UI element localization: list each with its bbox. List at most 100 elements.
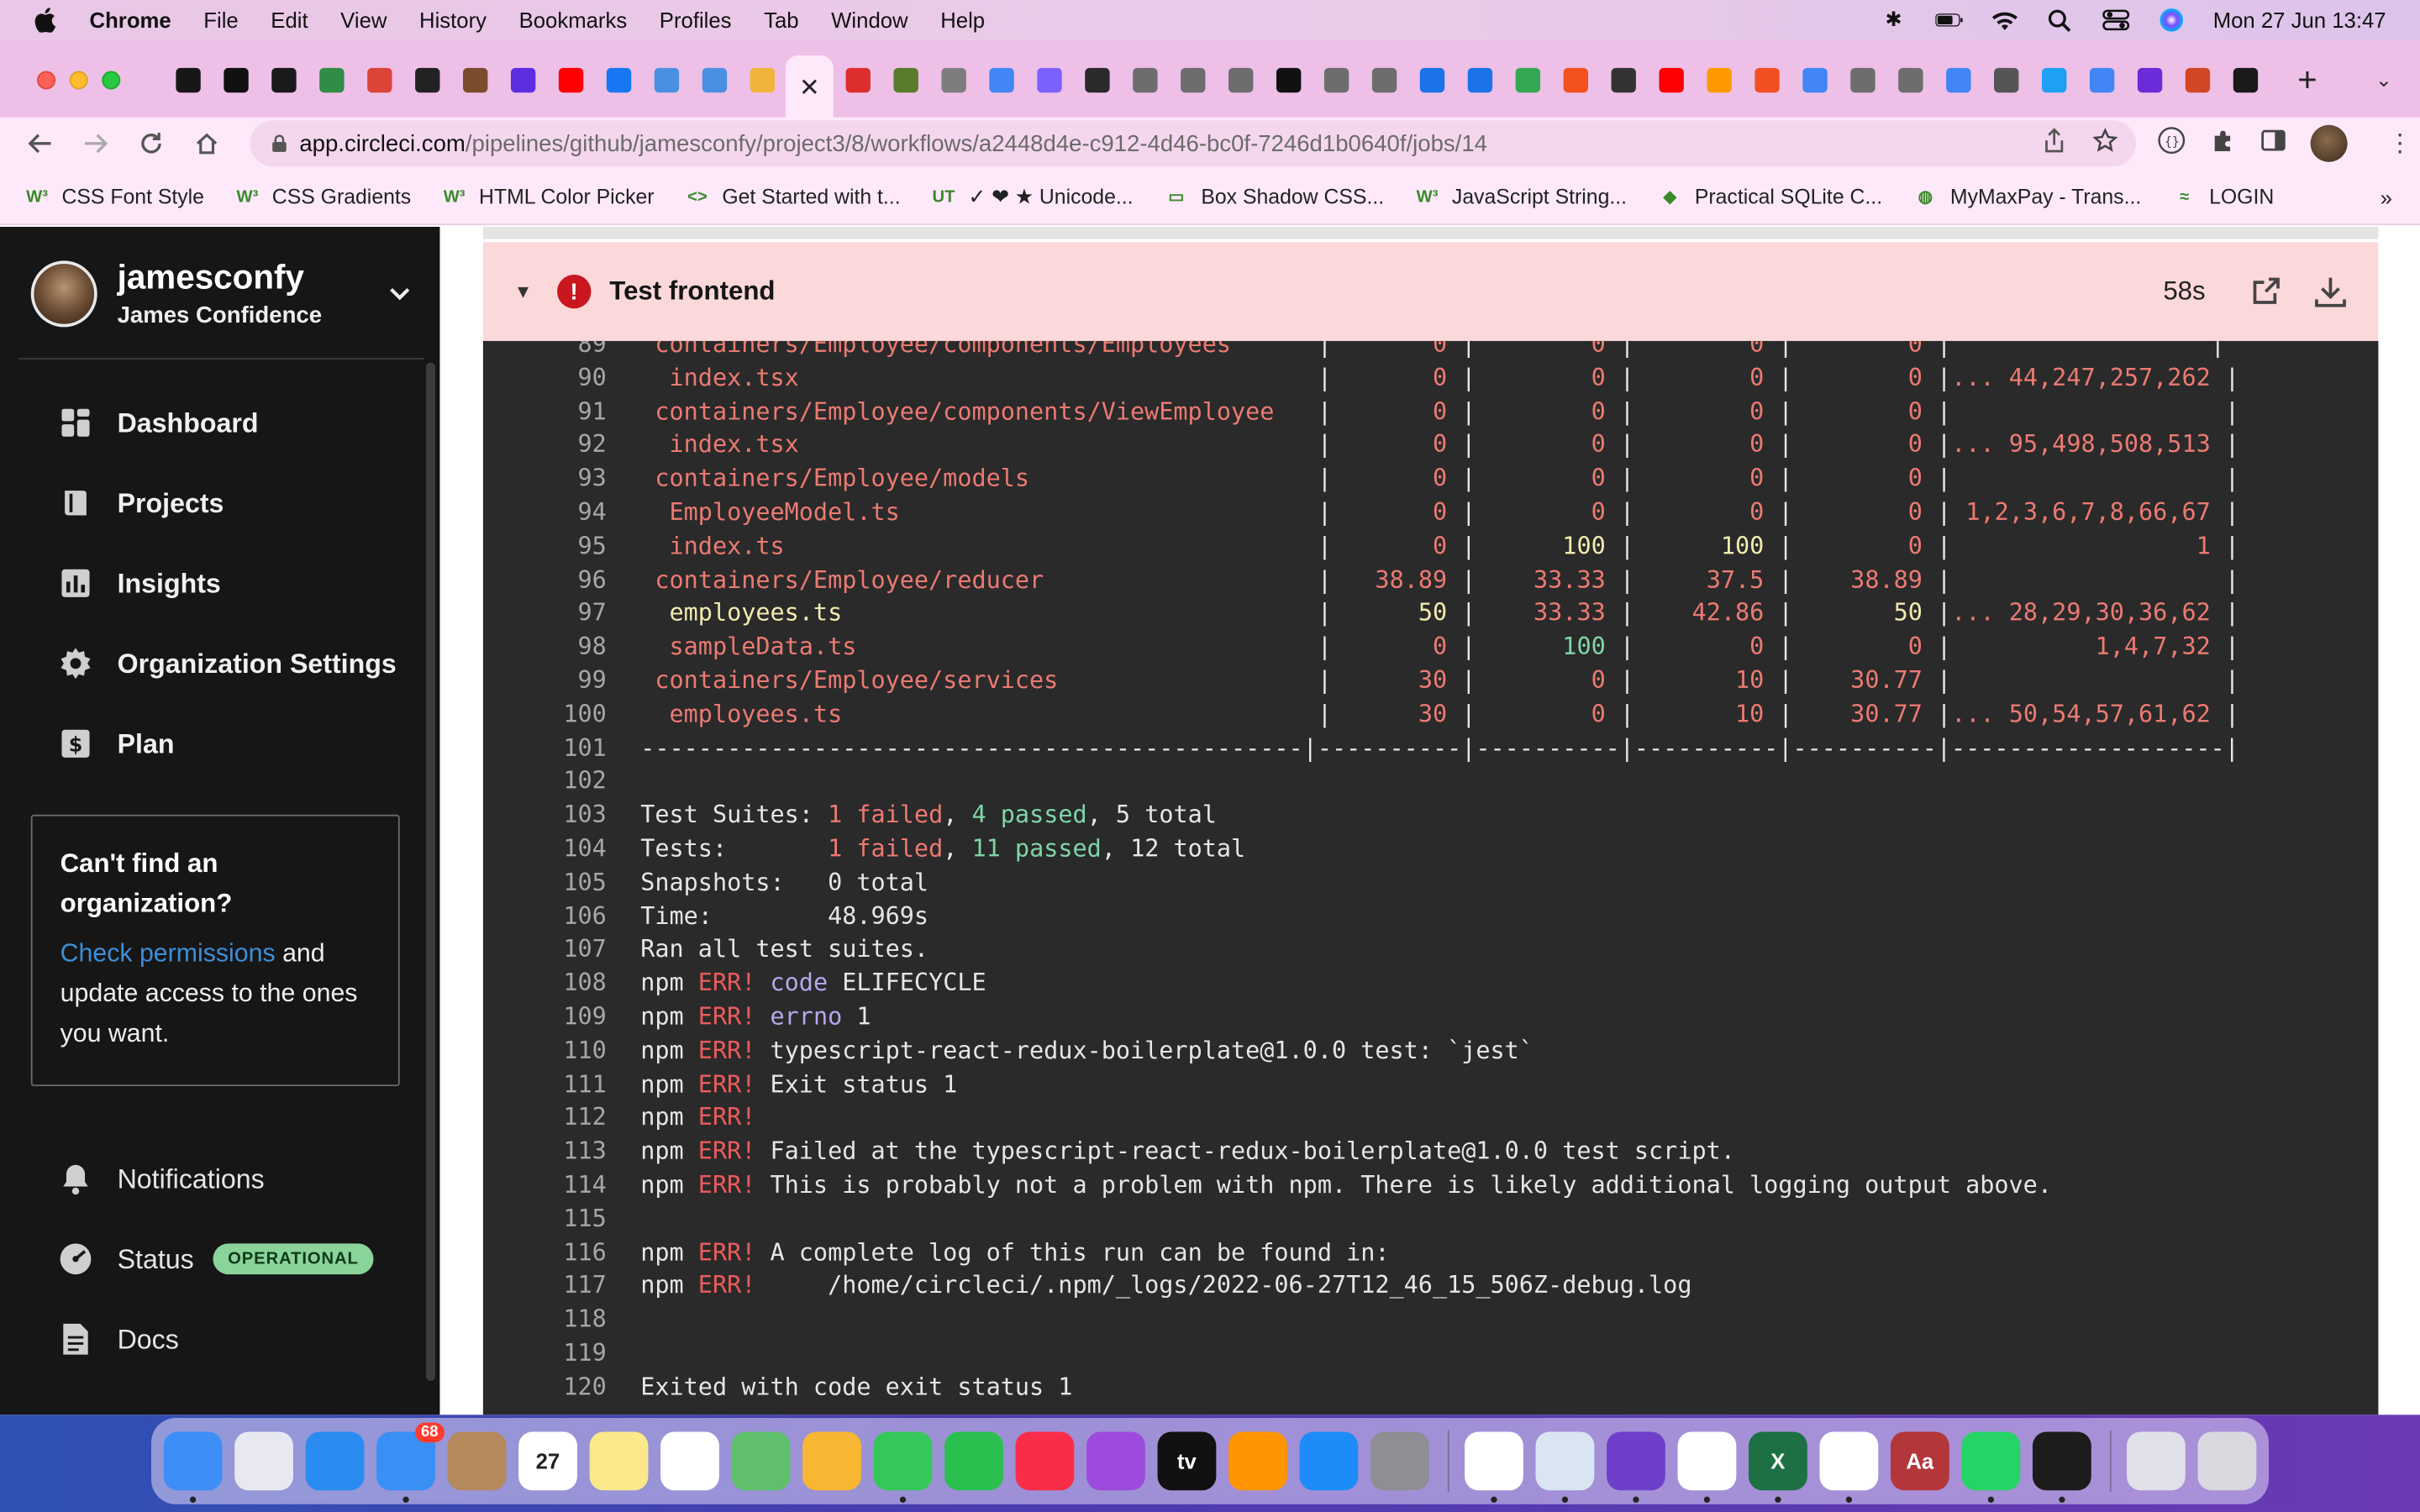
chrome-menu-kebab-icon[interactable]: ⋮ [2387, 128, 2412, 159]
menu-help[interactable]: Help [940, 8, 985, 32]
messages-icon[interactable] [873, 1431, 933, 1503]
browser-tab[interactable] [1647, 40, 1695, 121]
preview-icon[interactable] [1535, 1431, 1595, 1503]
bookmark-item[interactable]: <> Get Started with t... [685, 185, 900, 208]
browser-tab[interactable] [212, 40, 260, 121]
extension-code-icon[interactable]: {} [2158, 127, 2186, 160]
dictionary-icon[interactable]: Aa [1890, 1431, 1949, 1491]
books-icon[interactable] [1228, 1431, 1287, 1491]
system-settings-icon[interactable] [1370, 1431, 1429, 1491]
tab-search-chevron-icon[interactable]: ⌄ [2375, 68, 2392, 92]
bookmark-item[interactable]: W³ CSS Font Style [24, 185, 204, 208]
menu-window[interactable]: Window [831, 8, 908, 32]
browser-tab[interactable] [1551, 40, 1599, 121]
browser-tab[interactable] [642, 40, 690, 121]
back-arrow-icon[interactable] [24, 128, 55, 159]
browser-tab[interactable] [1791, 40, 1839, 121]
bookmark-item[interactable]: ▭ Box Shadow CSS... [1164, 185, 1384, 208]
fullscreen-window-button[interactable] [102, 71, 121, 90]
downloads-stack-icon[interactable] [2127, 1431, 2186, 1491]
home-icon[interactable] [192, 128, 223, 159]
side-panel-icon[interactable] [2261, 128, 2286, 159]
finder-icon[interactable] [163, 1431, 223, 1503]
bookmark-item[interactable]: UT ✓ ❤ ★ Unicode... [931, 184, 1134, 208]
browser-tab[interactable] [308, 40, 355, 121]
browser-tab[interactable] [1455, 40, 1503, 121]
menu-edit[interactable]: Edit [271, 8, 308, 32]
wifi-icon[interactable] [1991, 9, 2018, 31]
mail-icon[interactable]: 68 [376, 1422, 445, 1503]
browser-tab[interactable] [2173, 40, 2221, 121]
browser-tab[interactable] [164, 40, 212, 121]
browser-tab[interactable] [977, 40, 1025, 121]
sidebar-item-docs[interactable]: Docs [59, 1322, 179, 1356]
reload-icon[interactable] [136, 128, 167, 159]
download-icon[interactable] [2313, 275, 2347, 308]
browser-tab[interactable] [738, 40, 786, 121]
browser-tab[interactable]: ✕ [785, 55, 834, 121]
sidebar-item-plan[interactable]: $ Plan [59, 727, 175, 760]
address-bar[interactable]: app.circleci.com/pipelines/github/jamesc… [250, 120, 2137, 167]
battery-icon[interactable] [1935, 9, 1963, 31]
forward-arrow-icon[interactable] [81, 128, 112, 159]
menu-tab[interactable]: Tab [764, 8, 798, 32]
browser-tab[interactable] [1981, 40, 2029, 121]
bookmark-star-icon[interactable] [2092, 128, 2118, 159]
sidebar-item-organization-settings[interactable]: Organization Settings [59, 647, 397, 680]
browser-tab[interactable] [1743, 40, 1791, 121]
browser-tab[interactable] [2125, 40, 2173, 121]
browser-tab[interactable] [1216, 40, 1264, 121]
browser-tab[interactable] [498, 40, 546, 121]
browser-tab[interactable] [1407, 40, 1455, 121]
apple-menu-icon[interactable] [34, 8, 56, 33]
close-window-button[interactable] [37, 71, 56, 90]
bookmark-item[interactable]: W³ CSS Gradients [235, 185, 412, 208]
sidebar-item-dashboard[interactable]: Dashboard [59, 406, 258, 439]
new-tab-button[interactable]: + [2287, 60, 2328, 101]
safari-icon[interactable] [305, 1431, 365, 1491]
browser-tab[interactable] [1695, 40, 1743, 121]
browser-tab[interactable] [1312, 40, 1360, 121]
browser-tab[interactable] [834, 40, 881, 121]
bookmark-item[interactable]: ≈ LOGIN [2172, 185, 2274, 208]
browser-tab[interactable] [355, 40, 402, 121]
browser-tab[interactable] [1120, 40, 1168, 121]
github-desktop-icon[interactable] [1607, 1431, 1665, 1503]
sidebar-item-notifications[interactable]: Notifications [59, 1162, 265, 1195]
browser-tab[interactable] [1264, 40, 1312, 121]
browser-tab[interactable] [546, 40, 594, 121]
bookmark-item[interactable]: W³ JavaScript String... [1415, 185, 1627, 208]
browser-tab[interactable] [1599, 40, 1647, 121]
excel-icon[interactable]: X [1749, 1431, 1807, 1503]
sidebar-item-status[interactable]: Status OPERATIONAL [59, 1242, 375, 1276]
browser-tab[interactable] [1933, 40, 1981, 121]
menu-bookmarks[interactable]: Bookmarks [519, 8, 628, 32]
org-switcher[interactable]: jamesconfy James Confidence [30, 258, 417, 328]
browser-tab[interactable] [450, 40, 498, 121]
apple-tv-icon[interactable]: tv [1157, 1431, 1217, 1491]
close-tab-icon[interactable]: ✕ [799, 72, 820, 103]
browser-tab[interactable] [260, 40, 308, 121]
extensions-puzzle-icon[interactable] [2210, 128, 2236, 160]
profile-avatar[interactable] [2310, 124, 2348, 162]
browser-tab[interactable] [1360, 40, 1407, 121]
podcasts-icon[interactable] [1086, 1431, 1145, 1491]
vscode-icon[interactable] [1819, 1431, 1879, 1503]
share-icon[interactable] [2044, 128, 2065, 159]
notes-icon[interactable] [589, 1431, 649, 1491]
spotlight-search-icon[interactable] [2046, 8, 2074, 32]
menubar-clock[interactable]: Mon 27 Jun 13:47 [2213, 8, 2386, 32]
browser-tab[interactable] [1839, 40, 1886, 121]
menu-view[interactable]: View [340, 8, 387, 32]
browser-tab[interactable] [1886, 40, 1933, 121]
sidebar-scrollbar[interactable] [425, 362, 435, 1381]
browser-tab[interactable] [881, 40, 929, 121]
check-permissions-link[interactable]: Check permissions [60, 940, 276, 968]
launchpad-icon[interactable] [234, 1431, 293, 1491]
browser-tab[interactable] [2221, 40, 2269, 121]
bookmark-item[interactable]: ◍ MyMaxPay - Trans... [1913, 185, 2142, 208]
photos-icon[interactable] [802, 1431, 861, 1491]
minimize-window-button[interactable] [69, 71, 88, 90]
browser-tab[interactable] [1073, 40, 1121, 121]
browser-tab[interactable] [594, 40, 642, 121]
